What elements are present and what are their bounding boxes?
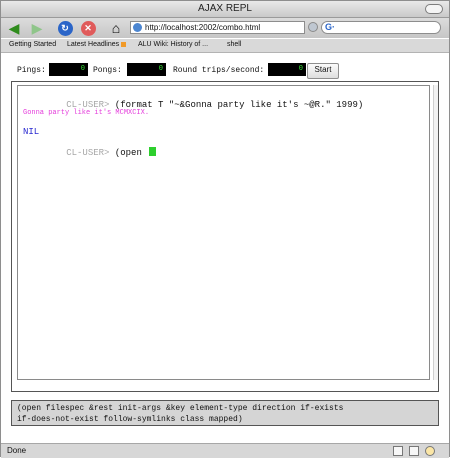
repl-command: (format T "~&Gonna party like it's ~@R."… (114, 100, 364, 110)
search-box[interactable]: G· (321, 21, 441, 34)
bookmark-getting-started[interactable]: Getting Started (9, 41, 56, 48)
back-button[interactable]: ◀ (5, 20, 23, 36)
window-title: AJAX REPL (198, 3, 252, 14)
bookmark-label: Latest Headlines (67, 41, 120, 48)
stop-button[interactable]: ✕ (79, 20, 97, 36)
security-icon[interactable] (409, 446, 419, 456)
repl-frame: CL-USER> (format T "~&Gonna party like i… (11, 81, 439, 392)
repl-output: Gonna party like it's MCMXCIX. (23, 109, 150, 117)
reload-icon: ↻ (57, 20, 73, 36)
pings-counter: 0 (49, 63, 88, 76)
forward-icon: ▶ (31, 19, 43, 36)
home-icon: ⌂ (111, 20, 121, 36)
pings-label: Pings: (17, 66, 46, 75)
bookmarks-bar: Getting Started Latest Headlines ALU Wik… (1, 39, 449, 53)
status-text: Done (7, 446, 27, 455)
url-text: http://localhost:2002/combo.html (145, 23, 261, 32)
forward-button[interactable]: ▶ (28, 20, 46, 36)
back-icon: ◀ (8, 19, 20, 36)
repl-current-line: CL-USER> (open (23, 137, 157, 168)
pongs-counter: 0 (127, 63, 166, 76)
stop-icon: ✕ (80, 20, 96, 36)
bookmark-alu-wiki[interactable]: ALU Wiki: History of ... (138, 41, 208, 48)
browser-window: AJAX REPL ◀ ▶ ↻ ✕ ⌂ http://localhost:200… (0, 0, 450, 458)
globe-icon (133, 23, 142, 32)
url-bar[interactable]: http://localhost:2002/combo.html (130, 21, 305, 34)
repl-command: (open (114, 148, 148, 158)
search-engine-icon: G· (325, 22, 335, 32)
repl-scrollbar[interactable] (433, 85, 438, 380)
start-button[interactable]: Start (307, 63, 339, 79)
repl-console[interactable]: CL-USER> (format T "~&Gonna party like i… (17, 85, 430, 380)
round-trips-counter: 0 (268, 63, 306, 76)
go-button[interactable] (308, 22, 318, 32)
arglist-line-1: (open filespec &rest init-args &key elem… (17, 404, 344, 413)
arglist-help: (open filespec &rest init-args &key elem… (11, 400, 439, 426)
arglist-line-2: if-does-not-exist follow-symlinks class … (17, 415, 243, 424)
toolbar-toggle-button[interactable] (425, 4, 443, 14)
bookmark-latest-headlines[interactable]: Latest Headlines (67, 41, 127, 48)
title-bar: AJAX REPL (1, 1, 449, 18)
text-cursor (149, 147, 157, 156)
bookmark-shell[interactable]: shell (227, 41, 241, 48)
round-trips-label: Round trips/second: (173, 66, 265, 75)
status-bar: Done (1, 443, 449, 458)
pongs-label: Pongs: (93, 66, 122, 75)
repl-result: NIL (23, 127, 40, 137)
edit-icon[interactable] (393, 446, 403, 456)
rss-icon (121, 41, 127, 47)
repl-prompt: CL-USER> (66, 148, 110, 158)
home-button[interactable]: ⌂ (107, 20, 125, 36)
reload-button[interactable]: ↻ (56, 20, 74, 36)
navigation-toolbar: ◀ ▶ ↻ ✕ ⌂ http://localhost:2002/combo.ht… (1, 18, 449, 38)
smiley-icon[interactable] (425, 446, 435, 456)
